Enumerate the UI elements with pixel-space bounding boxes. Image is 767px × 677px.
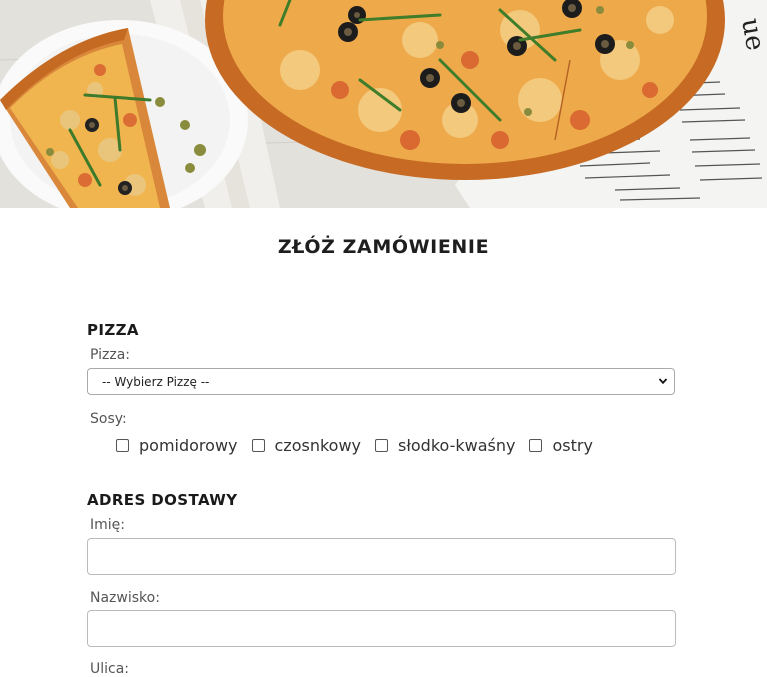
sauce-label: słodko-kwaśny xyxy=(398,435,516,455)
sauce-option-slodko-kwasny[interactable]: słodko-kwaśny xyxy=(375,436,515,455)
first-name-label: Imię: xyxy=(90,517,125,533)
sauce-option-pomidorowy[interactable]: pomidorowy xyxy=(116,436,238,455)
pizza-label: Pizza: xyxy=(90,347,131,363)
sauces-group: pomidorowy czosnkowy słodko-kwaśny ostry xyxy=(116,434,607,456)
page-title: ZŁÓŻ ZAMÓWIENIE xyxy=(277,236,490,258)
address-section-heading: ADRES DOSTAWY xyxy=(87,491,238,509)
checkbox-unchecked-icon[interactable] xyxy=(375,438,388,452)
sauce-label: ostry xyxy=(552,435,593,455)
pizza-select-value: -- Wybierz Pizzę -- xyxy=(102,375,210,389)
svg-text:ue: ue xyxy=(735,16,767,53)
last-name-input[interactable] xyxy=(87,610,676,647)
first-name-input[interactable] xyxy=(87,538,676,575)
sauce-label: pomidorowy xyxy=(139,435,238,455)
pizza-select[interactable]: -- Wybierz Pizzę -- xyxy=(87,368,675,395)
checkbox-unchecked-icon[interactable] xyxy=(251,438,265,452)
pizza-section-heading: PIZZA xyxy=(87,321,139,339)
checkbox-unchecked-icon[interactable] xyxy=(529,438,543,452)
checkbox-unchecked-icon[interactable] xyxy=(116,438,129,452)
sauce-option-ostry[interactable]: ostry xyxy=(529,435,593,455)
sauce-label: czosnkowy xyxy=(274,435,362,455)
chevron-down-icon xyxy=(658,378,668,385)
sauce-option-czosnkowy[interactable]: czosnkowy xyxy=(251,435,362,455)
hero-pizza-image: ue xyxy=(0,0,767,208)
last-name-label: Nazwisko: xyxy=(90,590,160,606)
sauces-label: Sosy: xyxy=(90,411,127,427)
street-label: Ulica: xyxy=(90,661,130,677)
